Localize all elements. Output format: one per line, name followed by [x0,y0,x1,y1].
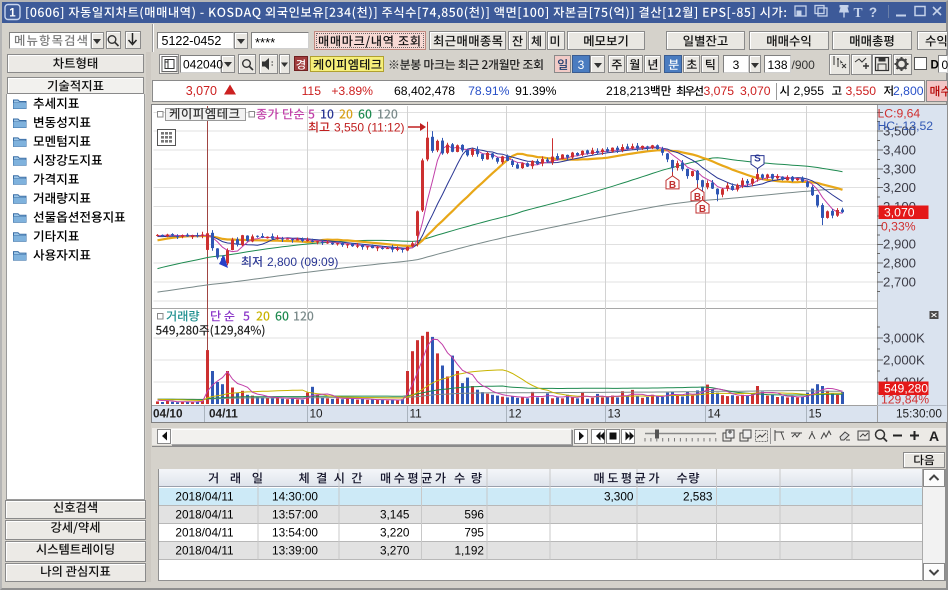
svg-text:5122-0452: 5122-0452 [162,34,222,48]
svg-text:3,300: 3,300 [883,161,916,176]
svg-text:3,200: 3,200 [883,180,916,195]
svg-text:2018/04/11: 2018/04/11 [175,544,233,558]
svg-text:042040: 042040 [183,58,223,72]
svg-text:129,84%: 129,84% [881,393,929,407]
svg-text:795: 795 [464,526,484,540]
svg-text:3: 3 [578,58,585,72]
svg-text:3,000K: 3,000K [883,330,925,345]
svg-text:13: 13 [608,407,622,421]
svg-text:12: 12 [509,407,522,421]
svg-text:78.91%: 78.91% [468,84,509,98]
svg-text:3,400: 3,400 [883,142,916,157]
svg-text:15: 15 [809,407,823,421]
svg-text:14: 14 [708,407,722,421]
svg-text:3,550 (11:12): 3,550 (11:12) [334,121,405,135]
svg-text:68,402,478: 68,402,478 [394,84,455,98]
svg-text:138: 138 [767,58,787,72]
svg-text:+3.89%: +3.89% [331,84,373,98]
svg-text:115: 115 [302,84,322,98]
svg-text:S: S [754,154,761,165]
svg-text:2,900: 2,900 [883,237,916,252]
svg-text:2,700: 2,700 [883,274,916,289]
svg-text:1: 1 [9,8,16,20]
svg-text:13:54:00: 13:54:00 [272,526,318,540]
svg-text:D: D [931,60,939,72]
svg-text:3,075: 3,075 [704,84,735,98]
svg-text:2,583: 2,583 [683,490,713,504]
svg-text:04/10: 04/10 [153,407,183,421]
svg-text:A: A [929,428,939,444]
svg-text:T: T [853,5,862,20]
svg-text:3,220: 3,220 [380,526,410,540]
svg-text:11: 11 [410,407,422,421]
svg-text:218,213: 218,213 [606,84,650,98]
svg-text:596: 596 [464,508,484,522]
svg-text:04: 04 [942,58,948,72]
svg-text:3,070: 3,070 [884,206,915,220]
svg-text:2,800 (09:09): 2,800 (09:09) [267,255,338,269]
svg-text:3: 3 [733,58,740,72]
svg-text:****: **** [255,35,275,50]
svg-text:3,070: 3,070 [740,84,771,98]
svg-text:?: ? [869,5,877,20]
svg-text:2,000K: 2,000K [883,352,925,367]
svg-text:3,070: 3,070 [186,84,217,98]
svg-text:13:39:00: 13:39:00 [272,544,318,558]
svg-text:3,550: 3,550 [846,84,877,98]
svg-text:2,800: 2,800 [893,84,924,98]
svg-text:2018/04/11: 2018/04/11 [175,508,233,522]
svg-text:B: B [669,180,676,191]
svg-text:/900: /900 [792,58,816,72]
svg-text:2,800: 2,800 [883,256,916,271]
svg-text:B: B [699,204,706,215]
svg-text:3,270: 3,270 [380,544,410,558]
svg-text:13:57:00: 13:57:00 [272,508,318,522]
svg-text:HC:-13,52: HC:-13,52 [878,119,934,133]
svg-text:15:30:00: 15:30:00 [896,407,942,421]
svg-text:91.39%: 91.39% [515,84,556,98]
svg-text:2,955: 2,955 [794,84,825,98]
svg-text:3,145: 3,145 [380,508,410,522]
svg-text:2018/04/11: 2018/04/11 [175,490,233,504]
svg-text:14:30:00: 14:30:00 [272,490,318,504]
svg-text:04/11: 04/11 [209,407,238,421]
svg-text:2018/04/11: 2018/04/11 [175,526,233,540]
svg-text:0,33%: 0,33% [881,220,916,234]
svg-text:10: 10 [310,407,324,421]
svg-text:1,192: 1,192 [454,544,484,558]
svg-text:3,300: 3,300 [604,490,634,504]
